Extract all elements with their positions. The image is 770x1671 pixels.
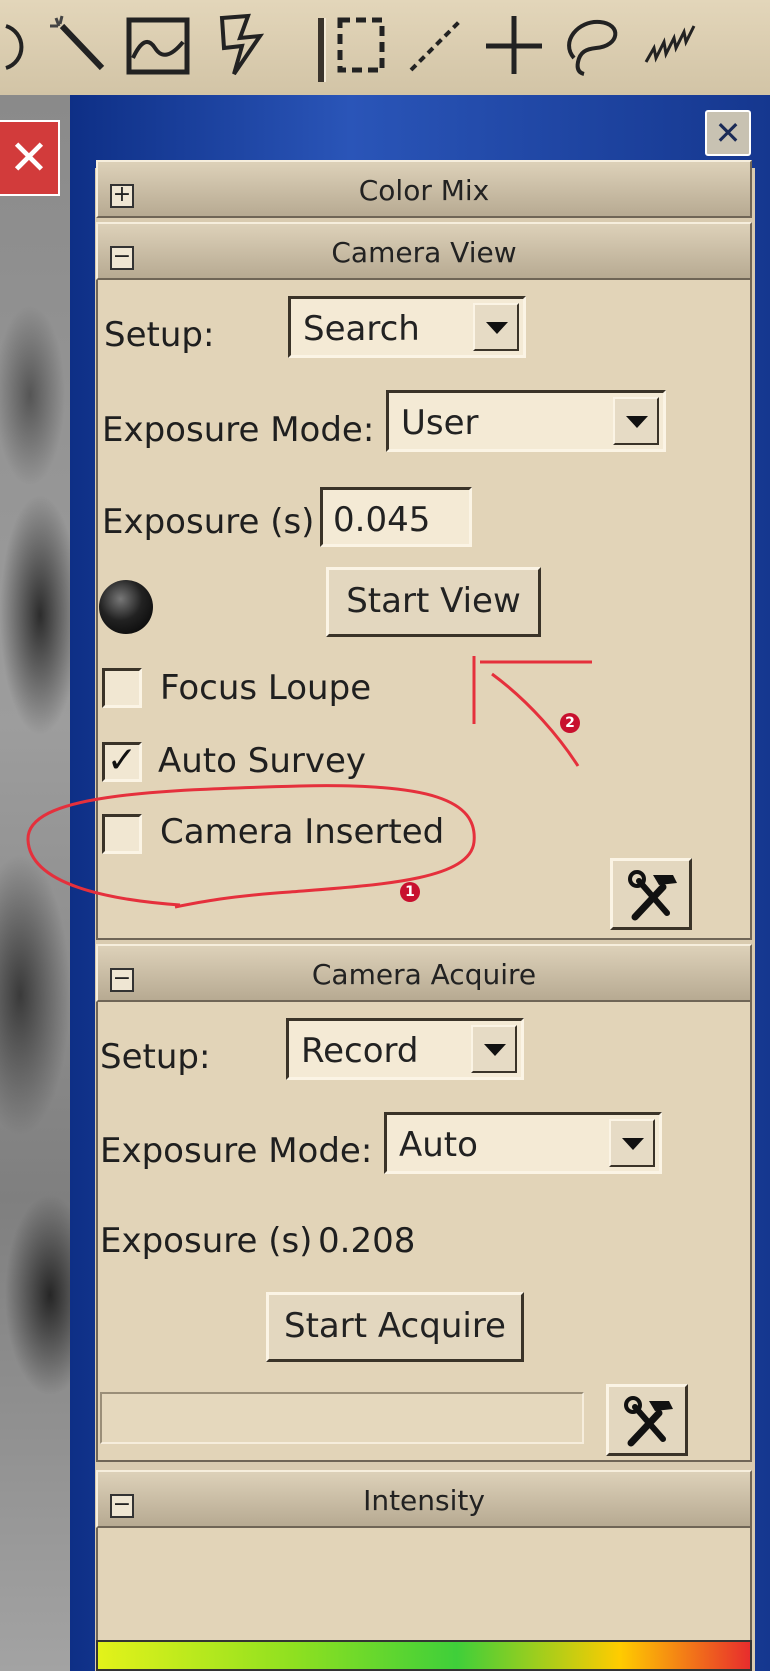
view-exposure-input[interactable]: 0.045 [320, 487, 472, 547]
crosshair-icon[interactable] [484, 12, 544, 78]
acquire-exposure-mode-value: Auto [399, 1125, 478, 1165]
camera-acquire-title: Camera Acquire [311, 958, 537, 991]
image-window-close-icon[interactable]: ✕ [0, 120, 60, 196]
chevron-down-icon[interactable] [471, 1025, 517, 1073]
freehand-icon[interactable] [640, 12, 700, 78]
acquire-setup-dropdown[interactable]: Record [286, 1018, 524, 1080]
magic-wand-icon[interactable] [48, 12, 110, 78]
line-icon[interactable] [405, 12, 467, 78]
focus-loupe-label: Focus Loupe [160, 668, 372, 708]
focus-loupe-checkbox[interactable] [102, 668, 142, 708]
acquire-exposure-value: 0.208 [318, 1221, 416, 1261]
hammer-wrench-icon [624, 1396, 673, 1447]
chevron-down-icon[interactable] [613, 397, 659, 445]
toolbar-separator [318, 18, 326, 82]
view-exposure-mode-value: User [401, 403, 479, 443]
annotation-badge-1: 1 [400, 882, 420, 902]
acquire-settings-button[interactable] [606, 1384, 688, 1456]
lasso-icon[interactable] [560, 12, 624, 78]
color-mix-header[interactable]: + Color Mix [96, 160, 752, 218]
view-exposure-value: 0.045 [333, 500, 431, 540]
intensity-color-bar [96, 1640, 752, 1671]
chevron-down-icon[interactable] [473, 303, 519, 351]
image-tools-toolbar [0, 0, 770, 97]
auto-survey-label: Auto Survey [158, 741, 367, 781]
intensity-title: Intensity [363, 1484, 485, 1517]
acquire-exposure-label: Exposure (s) [100, 1221, 313, 1261]
view-setup-dropdown[interactable]: Search [288, 296, 526, 358]
annotation-badge-2: 2 [560, 713, 580, 733]
camera-inserted-label: Camera Inserted [160, 812, 445, 852]
auto-survey-checkbox[interactable]: ✓ [102, 742, 142, 782]
camera-inserted-checkbox[interactable] [102, 814, 142, 854]
start-acquire-button[interactable]: Start Acquire [266, 1292, 524, 1362]
view-exposure-mode-label: Exposure Mode: [102, 410, 375, 450]
acquire-progress-field [100, 1392, 584, 1444]
camera-acquire-header[interactable]: − Camera Acquire [96, 944, 752, 1002]
lightning-icon[interactable] [212, 12, 270, 78]
acquire-exposure-mode-dropdown[interactable]: Auto [384, 1112, 662, 1174]
circle-select-icon[interactable] [0, 12, 40, 78]
hammer-wrench-icon [628, 870, 677, 921]
color-mix-title: Color Mix [358, 174, 490, 207]
intensity-header[interactable]: − Intensity [96, 1470, 752, 1528]
line-profile-icon[interactable] [125, 12, 191, 78]
dock-close-icon[interactable]: ✕ [705, 110, 751, 156]
view-exposure-label: Exposure (s) [102, 502, 315, 542]
start-view-button[interactable]: Start View [326, 567, 541, 637]
view-setup-label: Setup: [104, 315, 215, 355]
view-status-led-icon [99, 580, 153, 634]
view-exposure-mode-dropdown[interactable]: User [386, 390, 666, 452]
acquire-setup-value: Record [301, 1031, 419, 1071]
camera-view-header[interactable]: − Camera View [96, 222, 752, 280]
camera-view-title: Camera View [331, 236, 517, 269]
view-setup-value: Search [303, 309, 420, 349]
rect-select-icon[interactable] [335, 12, 387, 78]
acquire-setup-label: Setup: [100, 1037, 211, 1077]
chevron-down-icon[interactable] [609, 1119, 655, 1167]
view-settings-button[interactable] [610, 858, 692, 930]
acquire-exposure-mode-label: Exposure Mode: [100, 1131, 373, 1171]
